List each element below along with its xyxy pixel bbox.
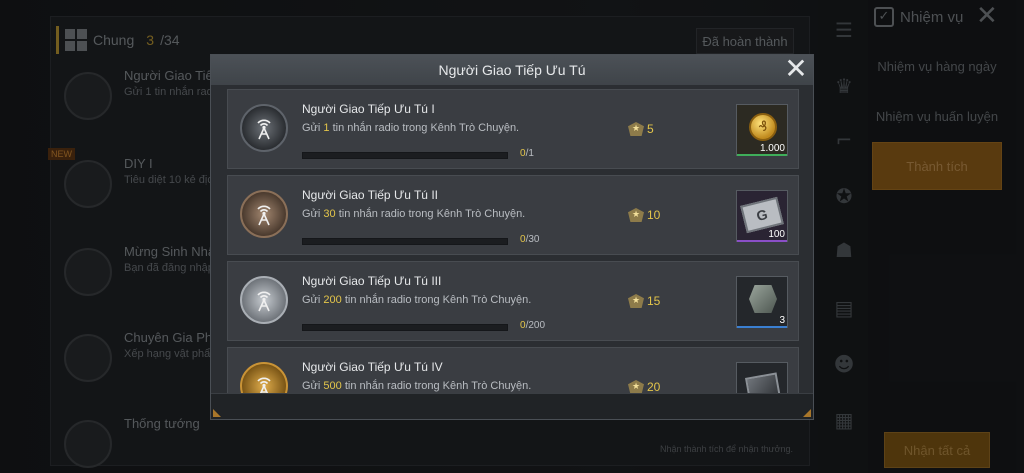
points-value: 15	[647, 294, 661, 308]
mission-badge	[240, 104, 288, 152]
mission-title: Người Giao Tiếp Ưu Tú II	[302, 188, 438, 202]
mission-row: Người Giao Tiếp Ưu Tú II Gửi 30 tin nhắn …	[227, 175, 799, 255]
corner-mark	[213, 409, 221, 417]
mission-desc-pre: Gửi	[302, 208, 324, 220]
dialog-title: Người Giao Tiếp Ưu Tú	[438, 62, 586, 78]
mission-desc-post: tin nhắn radio trong Kênh Trò Chuyện.	[329, 122, 520, 134]
rarity-line	[737, 326, 787, 328]
mission-title: Người Giao Tiếp Ưu Tú III	[302, 274, 442, 288]
points-icon: ★	[628, 380, 644, 393]
mission-desc-post: tin nhắn radio trong Kênh Trò Chuyện.	[341, 294, 532, 306]
reward-item[interactable]: 3	[736, 276, 788, 328]
achievement-points: ★ 20	[628, 380, 660, 393]
reward-item[interactable]: G 100	[736, 190, 788, 242]
reward-qty: 1.000	[759, 143, 785, 154]
points-value: 20	[647, 380, 661, 393]
reward-item[interactable]	[736, 362, 788, 393]
points-value: 10	[647, 208, 661, 222]
achievement-points: ★ 15	[628, 294, 660, 308]
crate-icon	[749, 285, 777, 313]
mission-desc-post: tin nhắn radio trong Kênh Trò Chuyện.	[341, 380, 532, 392]
radio-tower-icon	[257, 291, 271, 312]
progress-total: /200	[525, 320, 546, 331]
mission-desc: Gửi 1 tin nhắn radio trong Kênh Trò Chuy…	[302, 122, 519, 134]
mission-desc-target: 30	[323, 208, 336, 220]
points-icon: ★	[628, 294, 644, 308]
rarity-line	[737, 154, 787, 156]
achievement-points: ★ 10	[628, 208, 660, 222]
mission-row: Người Giao Tiếp Ưu Tú III Gửi 200 tin nhắ…	[227, 261, 799, 341]
mission-badge	[240, 362, 288, 393]
points-icon: ★	[628, 208, 644, 222]
mission-title: Người Giao Tiếp Ưu Tú IV	[302, 360, 443, 374]
mission-badge	[240, 190, 288, 238]
reward-item[interactable]: ₰ 1.000	[736, 104, 788, 156]
mission-badge	[240, 276, 288, 324]
progress-bar	[302, 238, 508, 245]
mission-desc-pre: Gửi	[302, 122, 324, 134]
mission-desc-post: tin nhắn radio trong Kênh Trò Chuyện.	[335, 208, 526, 220]
points-icon: ★	[628, 122, 644, 136]
radio-tower-icon	[257, 377, 271, 393]
mission-title: Người Giao Tiếp Ưu Tú I	[302, 102, 435, 116]
mission-desc-target: 200	[323, 294, 342, 306]
rarity-line	[737, 240, 787, 242]
radio-tower-icon	[257, 119, 271, 140]
reward-qty: 100	[768, 229, 785, 240]
mission-desc: Gửi 200 tin nhắn radio trong Kênh Trò Ch…	[302, 294, 531, 306]
dialog-header: Người Giao Tiếp Ưu Tú ✕	[211, 55, 813, 85]
progress-total: /1	[525, 148, 534, 159]
mission-row: Người Giao Tiếp Ưu Tú I Gửi 1 tin nhắn ra…	[227, 89, 799, 169]
mission-desc: Gửi 30 tin nhắn radio trong Kênh Trò Chu…	[302, 208, 525, 220]
achievement-points: ★ 5	[628, 122, 654, 136]
points-value: 5	[647, 122, 654, 136]
box-icon	[744, 372, 782, 393]
corner-mark	[803, 409, 811, 417]
dialog-footer	[211, 393, 813, 419]
radio-tower-icon	[257, 205, 271, 226]
progress-text: 0/30	[520, 234, 539, 245]
ticket-icon: G	[740, 196, 784, 234]
mission-desc-pre: Gửi	[302, 294, 324, 306]
progress-text: 0/1	[520, 148, 534, 159]
progress-bar	[302, 152, 508, 159]
mission-desc: Gửi 500 tin nhắn radio trong Kênh Trò Ch…	[302, 380, 531, 392]
progress-bar	[302, 324, 508, 331]
mission-list[interactable]: Người Giao Tiếp Ưu Tú I Gửi 1 tin nhắn ra…	[227, 89, 799, 393]
mission-row: Người Giao Tiếp Ưu Tú IV Gửi 500 tin nhắn…	[227, 347, 799, 393]
reward-qty: 3	[779, 315, 785, 326]
progress-text: 0/200	[520, 320, 545, 331]
progress-total: /30	[525, 234, 540, 245]
mission-desc-pre: Gửi	[302, 380, 324, 392]
close-icon[interactable]: ✕	[783, 55, 809, 83]
achievement-detail-dialog: Người Giao Tiếp Ưu Tú ✕ Người Giao Tiếp …	[210, 54, 814, 420]
mission-desc-target: 500	[323, 380, 342, 392]
screen: { "background": { "category": { "label":…	[0, 0, 1024, 473]
coin-icon: ₰	[749, 113, 777, 141]
